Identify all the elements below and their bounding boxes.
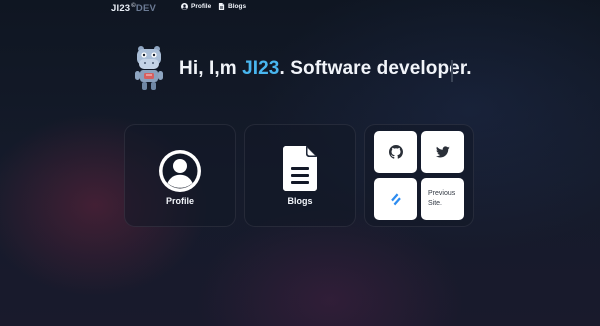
site-logo[interactable]: JI23©DEV: [111, 3, 156, 14]
hero-greeting: Hi, I,m: [179, 58, 243, 79]
robot-hippo-icon: [133, 45, 165, 91]
hero-tagline: . Software developer.: [279, 58, 472, 79]
typing-caret: [451, 60, 453, 82]
top-nav: JI23©DEV Profile Blogs: [0, 0, 600, 16]
user-circle-icon: [159, 150, 201, 192]
previous-site-label: Previous Site.: [428, 189, 455, 209]
previous-site-link[interactable]: Previous Site.: [421, 178, 464, 220]
blog-logo-icon: [388, 191, 404, 207]
blogs-card[interactable]: Blogs: [244, 124, 356, 227]
user-circle-icon: [181, 3, 188, 10]
profile-card[interactable]: Profile: [124, 124, 236, 227]
previous-site-line2: Site.: [428, 200, 443, 207]
logo-text: JI23: [111, 3, 131, 14]
profile-card-label: Profile: [165, 196, 194, 206]
github-icon: [388, 145, 403, 159]
nav-profile-label: Profile: [191, 3, 212, 10]
twitter-link[interactable]: [421, 131, 464, 173]
hero-headline: Hi, I,m JI23. Software developer.: [179, 58, 472, 80]
nav-blogs-label: Blogs: [228, 3, 247, 10]
logo-dev: DEV: [135, 3, 157, 14]
blogs-card-label: Blogs: [287, 196, 313, 206]
github-link[interactable]: [374, 131, 417, 173]
document-icon: [218, 3, 225, 10]
previous-site-line1: Previous: [428, 190, 456, 197]
document-icon: [283, 146, 317, 191]
hero-name: JI23: [242, 58, 280, 79]
nav-blogs-link[interactable]: Blogs: [218, 3, 246, 10]
twitter-icon: [435, 145, 450, 159]
nav-profile-link[interactable]: Profile: [181, 3, 211, 10]
links-card: Previous Site.: [364, 124, 474, 227]
blog-platform-link[interactable]: [374, 178, 417, 220]
